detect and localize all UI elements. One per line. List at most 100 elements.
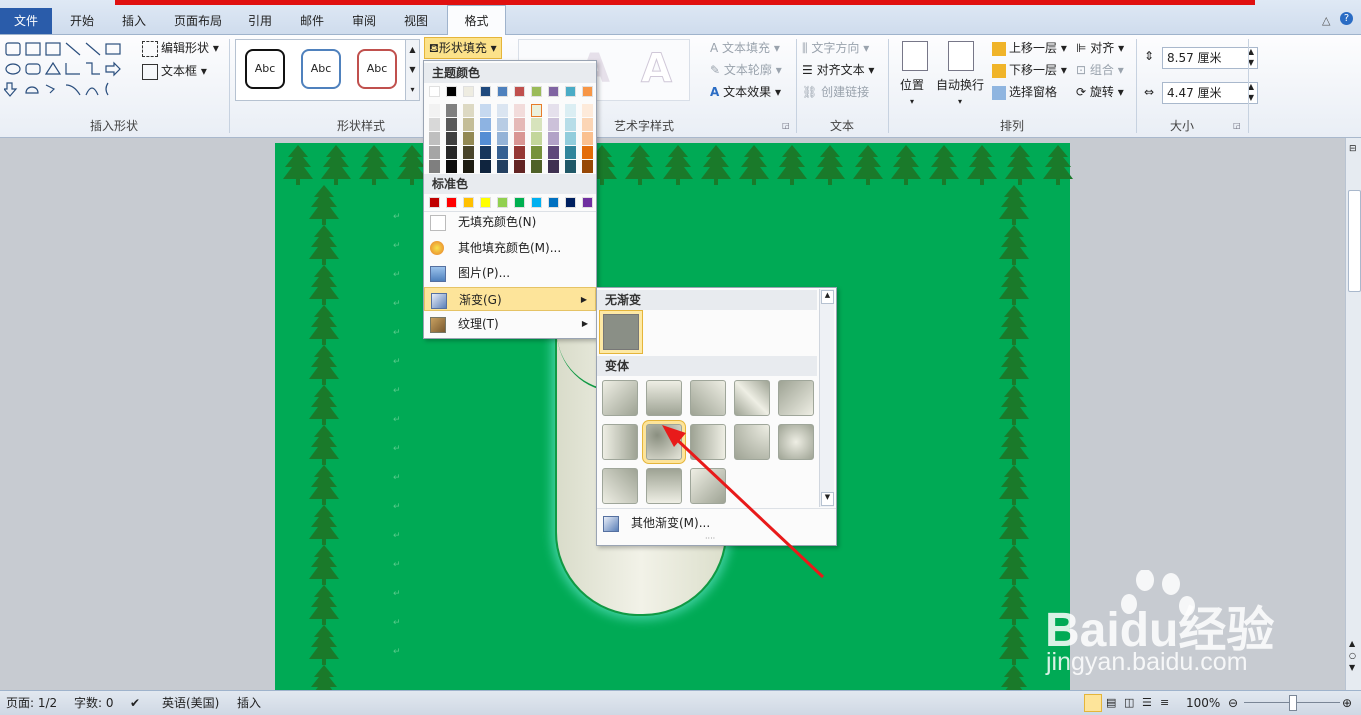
- theme-shade-swatch[interactable]: [582, 132, 593, 145]
- no-fill-item[interactable]: 无填充颜色(N): [424, 210, 596, 234]
- theme-shade-swatch[interactable]: [531, 146, 542, 159]
- size-dialog-launcher-icon[interactable]: ◲: [1233, 121, 1241, 130]
- tab-home[interactable]: 开始: [60, 9, 104, 33]
- gradient-variant[interactable]: [602, 424, 638, 460]
- theme-color-swatch[interactable]: [548, 86, 559, 97]
- theme-shade-swatch[interactable]: [429, 146, 440, 159]
- theme-shade-swatch[interactable]: [565, 146, 576, 159]
- theme-shade-swatch[interactable]: [463, 132, 474, 145]
- standard-color-swatch[interactable]: [548, 197, 559, 208]
- standard-color-swatch[interactable]: [582, 197, 593, 208]
- tab-file[interactable]: 文件: [0, 8, 52, 34]
- gradient-variant[interactable]: [602, 380, 638, 416]
- gradient-item[interactable]: 渐变(G) ▶: [424, 287, 596, 311]
- standard-color-swatch[interactable]: [497, 197, 508, 208]
- theme-color-swatch[interactable]: [582, 86, 593, 97]
- draft-view-icon[interactable]: ≡: [1160, 694, 1169, 712]
- theme-shade-swatch[interactable]: [531, 118, 542, 131]
- theme-shade-swatch[interactable]: [531, 104, 542, 117]
- theme-shade-swatch[interactable]: [463, 160, 474, 173]
- word-count[interactable]: 字数: 0: [74, 694, 114, 712]
- standard-color-swatch[interactable]: [446, 197, 457, 208]
- gallery-scroll[interactable]: ▲ ▼ ▾: [405, 39, 420, 101]
- theme-shade-swatch[interactable]: [582, 160, 593, 173]
- insert-mode-status[interactable]: 插入: [237, 694, 261, 712]
- gradient-variant[interactable]: [646, 380, 682, 416]
- shape-style-red[interactable]: Abc: [357, 49, 397, 89]
- send-backward-button[interactable]: 下移一层 ▾: [992, 61, 1067, 78]
- rotate-button[interactable]: ⟳ 旋转 ▾: [1076, 83, 1124, 100]
- dialog-launcher-icon[interactable]: ◲: [782, 121, 790, 130]
- texture-item[interactable]: 纹理(T) ▶: [424, 312, 596, 336]
- group-button[interactable]: ⊡ 组合 ▾: [1076, 61, 1124, 78]
- standard-color-swatch[interactable]: [480, 197, 491, 208]
- tab-view[interactable]: 视图: [396, 9, 436, 33]
- text-box-button[interactable]: 文本框 ▾: [142, 62, 207, 80]
- page-nav-icon[interactable]: ▲ ○ ▼: [1349, 638, 1356, 674]
- zoom-in-icon[interactable]: ⊕: [1342, 694, 1352, 712]
- zoom-level[interactable]: 100%: [1186, 694, 1220, 712]
- standard-color-swatch[interactable]: [531, 197, 542, 208]
- gradient-variant[interactable]: [602, 468, 638, 504]
- tab-review[interactable]: 审阅: [344, 9, 384, 33]
- theme-shade-swatch[interactable]: [429, 160, 440, 173]
- theme-shade-swatch[interactable]: [565, 104, 576, 117]
- vertical-scrollbar[interactable]: ⊟ ▲ ○ ▼: [1345, 138, 1361, 690]
- text-effects-button[interactable]: A 文本效果 ▾: [710, 83, 781, 100]
- theme-shade-swatch[interactable]: [582, 104, 593, 117]
- standard-color-swatch[interactable]: [514, 197, 525, 208]
- height-input[interactable]: 8.57 厘米 ▲ ▼: [1162, 47, 1258, 69]
- zoom-out-icon[interactable]: ⊖: [1228, 694, 1238, 712]
- theme-shade-swatch[interactable]: [497, 118, 508, 131]
- tab-insert[interactable]: 插入: [112, 9, 156, 33]
- theme-color-swatch[interactable]: [565, 86, 576, 97]
- theme-shade-swatch[interactable]: [548, 118, 559, 131]
- theme-shade-swatch[interactable]: [582, 146, 593, 159]
- shape-style-blue[interactable]: Abc: [301, 49, 341, 89]
- standard-color-swatch[interactable]: [463, 197, 474, 208]
- theme-shade-swatch[interactable]: [480, 146, 491, 159]
- text-direction-button[interactable]: ⫼ 文字方向 ▾: [802, 39, 869, 56]
- theme-shade-swatch[interactable]: [446, 132, 457, 145]
- gradient-variant[interactable]: [690, 380, 726, 416]
- theme-shade-swatch[interactable]: [463, 146, 474, 159]
- language-status[interactable]: 英语(美国): [162, 694, 219, 712]
- theme-shade-swatch[interactable]: [480, 104, 491, 117]
- theme-shade-swatch[interactable]: [497, 104, 508, 117]
- more-fill-colors-item[interactable]: 其他填充颜色(M)...: [424, 236, 596, 260]
- theme-shade-swatch[interactable]: [548, 132, 559, 145]
- gradient-variant[interactable]: [778, 380, 814, 416]
- wrap-text-button[interactable]: 自动换行 ▾: [936, 76, 984, 107]
- theme-shade-swatch[interactable]: [582, 118, 593, 131]
- help-icon[interactable]: ?: [1340, 12, 1353, 25]
- tab-page-layout[interactable]: 页面布局: [168, 9, 228, 33]
- theme-shade-swatch[interactable]: [548, 146, 559, 159]
- theme-shade-swatch[interactable]: [565, 132, 576, 145]
- align-button[interactable]: ⊫ 对齐 ▾: [1076, 39, 1124, 56]
- shape-fill-button[interactable]: ⛾形状填充 ▾: [424, 37, 502, 59]
- standard-color-swatch[interactable]: [429, 197, 440, 208]
- theme-shade-swatch[interactable]: [531, 160, 542, 173]
- print-layout-view-icon[interactable]: [1084, 694, 1102, 712]
- selection-pane-button[interactable]: 选择窗格: [992, 83, 1057, 100]
- full-screen-view-icon[interactable]: ▤: [1106, 694, 1116, 712]
- theme-shade-swatch[interactable]: [446, 146, 457, 159]
- proofing-icon[interactable]: ✔: [130, 694, 140, 712]
- position-button[interactable]: 位置 ▾: [900, 76, 924, 107]
- theme-shade-swatch[interactable]: [565, 160, 576, 173]
- theme-shade-swatch[interactable]: [429, 104, 440, 117]
- theme-shade-swatch[interactable]: [429, 118, 440, 131]
- theme-shade-swatch[interactable]: [514, 104, 525, 117]
- theme-shade-swatch[interactable]: [446, 104, 457, 117]
- theme-shade-swatch[interactable]: [514, 118, 525, 131]
- theme-shade-swatch[interactable]: [480, 132, 491, 145]
- theme-shade-swatch[interactable]: [548, 104, 559, 117]
- theme-shade-swatch[interactable]: [497, 146, 508, 159]
- width-input[interactable]: 4.47 厘米 ▲ ▼: [1162, 82, 1258, 104]
- theme-shade-swatch[interactable]: [548, 160, 559, 173]
- ruler-toggle-icon[interactable]: ⊟: [1349, 144, 1359, 154]
- theme-shade-swatch[interactable]: [463, 118, 474, 131]
- theme-shade-swatch[interactable]: [514, 160, 525, 173]
- theme-shade-swatch[interactable]: [446, 118, 457, 131]
- tab-references[interactable]: 引用: [240, 9, 280, 33]
